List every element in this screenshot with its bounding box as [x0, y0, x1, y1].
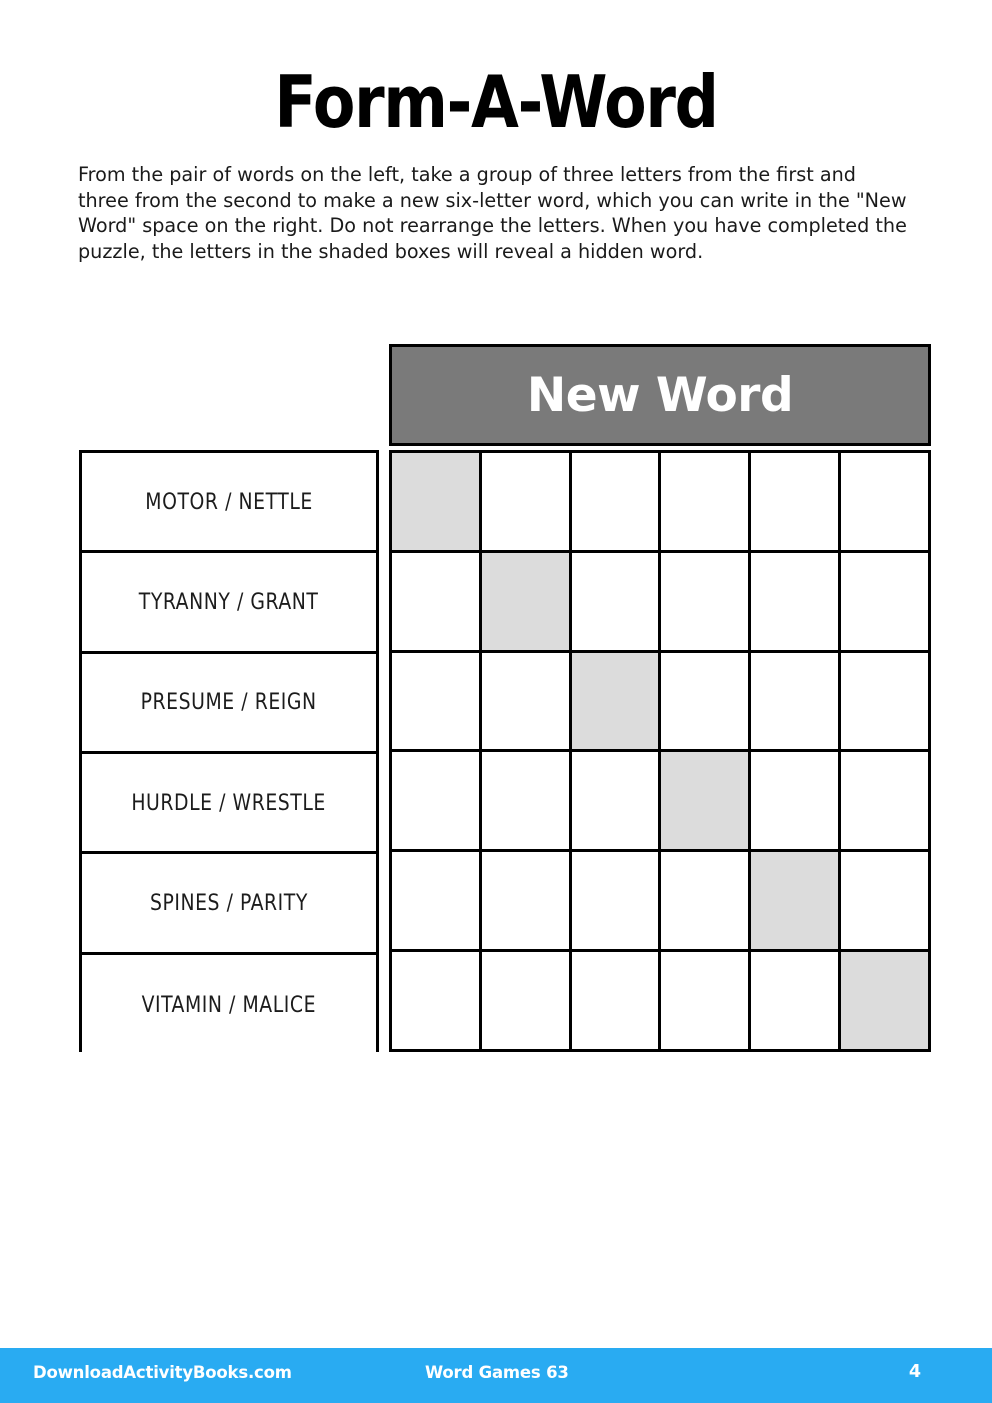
answer-cell-shaded[interactable]: [392, 453, 482, 550]
answer-cell[interactable]: [841, 752, 928, 850]
answer-cell[interactable]: [392, 652, 482, 750]
answer-cell[interactable]: [392, 752, 482, 850]
word-pair-label: HURDLE / WRESTLE: [131, 789, 327, 816]
new-word-header-label: New Word: [526, 367, 794, 423]
answer-cell[interactable]: [571, 453, 662, 550]
answer-cell[interactable]: [661, 652, 752, 750]
answer-cell[interactable]: [481, 752, 572, 850]
answer-grid-row: [392, 952, 928, 1049]
word-pair-label: MOTOR / NETTLE: [145, 488, 313, 515]
table-row: TYRANNY / GRANT: [82, 553, 376, 654]
footer-website-link[interactable]: DownloadActivityBooks.com: [33, 1363, 292, 1382]
new-word-header: New Word: [389, 344, 931, 446]
footer-page-number: 4: [908, 1362, 922, 1382]
word-pair-label: TYRANNY / GRANT: [139, 588, 319, 615]
answer-cell[interactable]: [481, 652, 572, 750]
answer-cell[interactable]: [392, 552, 482, 650]
answer-grid: [389, 450, 931, 1052]
word-pairs-table: MOTOR / NETTLE TYRANNY / GRANT PRESUME /…: [79, 450, 379, 1055]
answer-grid-row: [392, 453, 928, 553]
answer-cell[interactable]: [841, 552, 928, 650]
answer-cell-shaded[interactable]: [661, 752, 752, 850]
word-pair-label: PRESUME / REIGN: [140, 689, 318, 716]
answer-cell[interactable]: [661, 453, 752, 550]
answer-grid-row: [392, 652, 928, 753]
answer-cell[interactable]: [841, 852, 928, 950]
answer-cell[interactable]: [392, 852, 482, 950]
answer-cell[interactable]: [481, 852, 572, 950]
answer-cell[interactable]: [481, 952, 572, 1049]
answer-cell[interactable]: [481, 453, 572, 550]
answer-grid-row: [392, 552, 928, 653]
answer-cell[interactable]: [751, 952, 842, 1049]
answer-cell-shaded[interactable]: [481, 552, 572, 650]
answer-cell[interactable]: [841, 652, 928, 750]
answer-cell-shaded[interactable]: [841, 952, 928, 1049]
answer-cell[interactable]: [571, 952, 662, 1049]
answer-grid-row: [392, 752, 928, 853]
answer-cell[interactable]: [751, 453, 842, 550]
word-pair-label: SPINES / PARITY: [150, 889, 308, 916]
answer-cell[interactable]: [841, 453, 928, 550]
table-row: HURDLE / WRESTLE: [82, 753, 376, 855]
footer-bar: DownloadActivityBooks.com Word Games 63 …: [0, 1348, 992, 1403]
answer-cell[interactable]: [661, 852, 752, 950]
answer-cell[interactable]: [571, 552, 662, 650]
answer-cell[interactable]: [661, 952, 752, 1049]
answer-cell[interactable]: [751, 552, 842, 650]
word-pair-label: VITAMIN / MALICE: [141, 991, 317, 1018]
answer-cell[interactable]: [751, 752, 842, 850]
puzzle-area: MOTOR / NETTLE TYRANNY / GRANT PRESUME /…: [0, 0, 992, 1403]
table-row: SPINES / PARITY: [82, 854, 376, 955]
answer-cell[interactable]: [392, 952, 482, 1049]
answer-cell[interactable]: [661, 552, 752, 650]
answer-cell-shaded[interactable]: [571, 652, 662, 750]
answer-grid-row: [392, 852, 928, 953]
answer-cell[interactable]: [571, 852, 662, 950]
table-row: MOTOR / NETTLE: [82, 453, 376, 554]
table-row: VITAMIN / MALICE: [82, 954, 376, 1055]
table-row: PRESUME / REIGN: [82, 653, 376, 754]
answer-cell-shaded[interactable]: [751, 852, 842, 950]
footer-book-title: Word Games 63: [425, 1363, 569, 1382]
answer-cell[interactable]: [751, 652, 842, 750]
answer-cell[interactable]: [571, 752, 662, 850]
